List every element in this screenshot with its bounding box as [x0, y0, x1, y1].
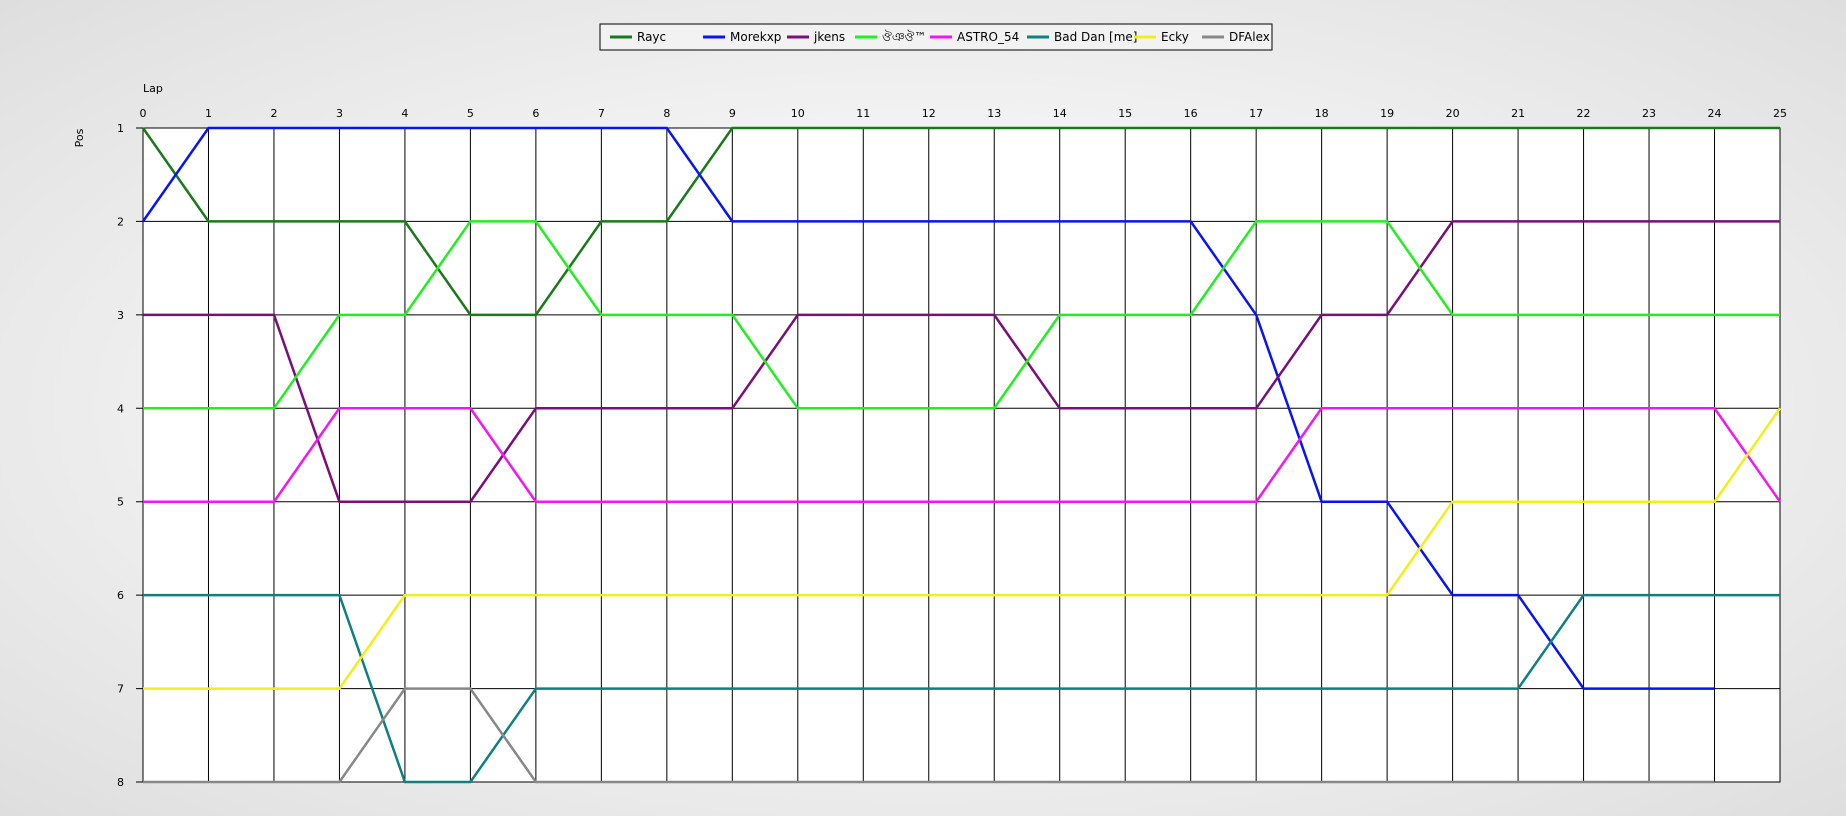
- legend-entry-label: DFAlex: [1229, 30, 1270, 44]
- x-tick-label: 9: [729, 107, 736, 120]
- grid: [136, 127, 1781, 783]
- x-tick-label: 20: [1446, 107, 1460, 120]
- x-tick-label: 4: [401, 107, 408, 120]
- x-tick-label: 2: [270, 107, 277, 120]
- x-tick-label: 14: [1053, 107, 1067, 120]
- x-tick-label: 12: [922, 107, 936, 120]
- legend-entry-label: Ecky: [1161, 30, 1189, 44]
- y-axis-label: Pos: [73, 128, 86, 147]
- x-tick-label: 3: [336, 107, 343, 120]
- y-tick-label: 2: [117, 215, 124, 228]
- x-tick-label: 23: [1642, 107, 1656, 120]
- y-tick-label: 6: [117, 589, 124, 602]
- x-tick-label: 17: [1249, 107, 1263, 120]
- x-tick-label: 25: [1773, 107, 1787, 120]
- legend-entry-label: jkens: [813, 30, 845, 44]
- legend-entry-label: ঔঞঔ™: [882, 30, 926, 44]
- y-tick-label: 5: [117, 496, 124, 509]
- x-tick-label: 16: [1184, 107, 1198, 120]
- x-tick-label: 19: [1380, 107, 1394, 120]
- legend-entry-label: ASTRO_54: [957, 30, 1019, 44]
- legend: Rayc Morekxp jkens ঔঞঔ™ ASTRO_54 Bad Dan [me]…: [599, 23, 1273, 51]
- x-tick-label: 21: [1511, 107, 1525, 120]
- x-tick-label: 22: [1577, 107, 1591, 120]
- legend-entry-label: Morekxp: [730, 30, 781, 44]
- x-tick-label: 13: [987, 107, 1001, 120]
- y-tick-label: 7: [117, 683, 124, 696]
- x-tick-label: 7: [598, 107, 605, 120]
- x-tick-label: 18: [1315, 107, 1329, 120]
- x-tick-label: 24: [1708, 107, 1722, 120]
- plot-area: [143, 128, 1780, 782]
- y-tick-label: 3: [117, 309, 124, 322]
- x-tick-label: 15: [1118, 107, 1132, 120]
- x-tick-label: 1: [205, 107, 212, 120]
- legend-entry-label: Rayc: [637, 30, 666, 44]
- y-tick-label: 4: [117, 402, 124, 415]
- legend-entry-label: Bad Dan [me]: [1054, 30, 1137, 44]
- x-tick-label: 0: [140, 107, 147, 120]
- x-tick-label: 6: [532, 107, 539, 120]
- y-tick-label: 8: [117, 776, 124, 789]
- x-tick-label: 10: [791, 107, 805, 120]
- x-axis-label: Lap: [143, 82, 163, 95]
- x-tick-label: 5: [467, 107, 474, 120]
- y-tick-label: 1: [117, 122, 124, 135]
- x-tick-label: 8: [663, 107, 670, 120]
- x-tick-label: 11: [856, 107, 870, 120]
- lap-position-chart: Lap Pos 0 1 2 3 4 5 6 7 8 9 10 11 12 13 14 15 16 17 18 19 20…: [73, 23, 1787, 789]
